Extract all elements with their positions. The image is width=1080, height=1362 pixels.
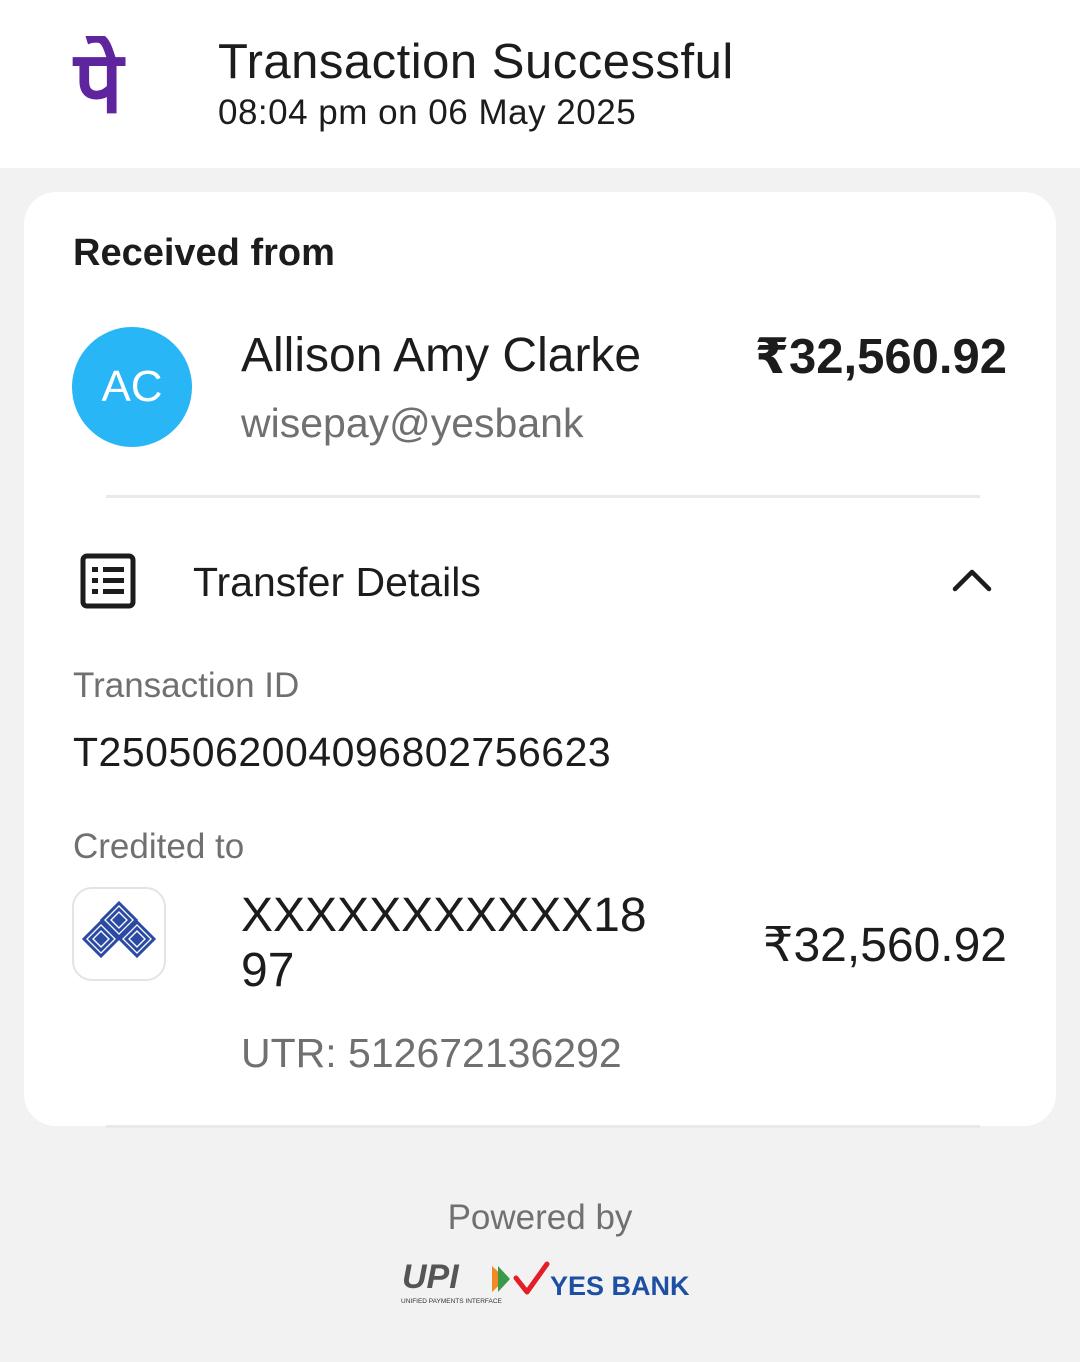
upi-arrow-green [498,1266,510,1292]
bank-logo-graphic [81,900,157,959]
phonepe-logo-glyph: पे [72,36,126,128]
transaction-id-value[interactable]: T2505062004096802756623 [73,729,611,776]
credited-to-label: Credited to [73,827,245,866]
phonepe-logo: पे [72,36,126,128]
upi-tagline: UNIFIED PAYMENTS INTERFACE [401,1298,503,1305]
bottom-divider [106,1125,980,1128]
avatar-initials: AC [101,362,163,411]
account-number: XXXXXXXXXXX1897 [241,889,647,997]
partner-logos: UPI UNIFIED PAYMENTS INTERFACE YES BANK [401,1258,690,1305]
yes-bank-logo-text: YES BANK [550,1271,690,1301]
powered-by-label: Powered by [447,1198,633,1237]
yes-bank-tick-icon [513,1261,550,1295]
sender-avatar: AC [72,327,192,447]
transaction-datetime: 08:04 pm on 06 May 2025 [218,93,637,132]
received-amount: ₹32,560.92 [754,330,1007,384]
bank-logo-icon [72,887,166,981]
list-details-icon [80,553,136,609]
transaction-id-label: Transaction ID [73,666,300,705]
header: पे Transaction Successful 08:04 pm on 06… [0,0,1080,168]
upi-logo-text: UPI [402,1258,460,1296]
received-from-label: Received from [73,232,335,274]
transfer-details-title[interactable]: Transfer Details [193,559,481,606]
credited-amount: ₹32,560.92 [762,919,1007,972]
divider [106,495,980,498]
chevron-up-icon[interactable] [950,564,994,594]
sender-name: Allison Amy Clarke [241,329,642,382]
sender-vpa: wisepay@yesbank [241,400,584,446]
page-title: Transaction Successful [218,35,734,89]
utr-number[interactable]: UTR: 512672136292 [241,1030,622,1077]
